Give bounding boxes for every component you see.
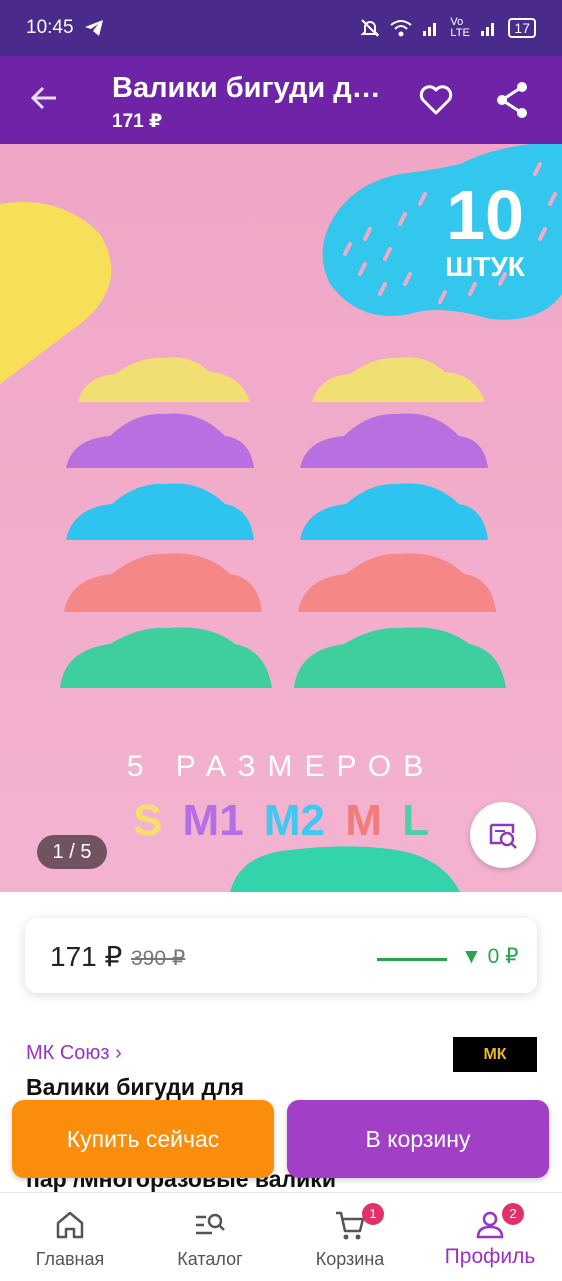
current-price: 171 ₽ bbox=[50, 941, 123, 972]
mute-notifications-icon bbox=[361, 19, 380, 37]
price-card[interactable]: 171 ₽ 390 ₽ ▼ 0 ₽ bbox=[25, 918, 537, 993]
status-time: 10:45 bbox=[26, 17, 74, 38]
telegram-icon bbox=[84, 20, 103, 36]
signal-icon bbox=[423, 23, 437, 36]
price-trend: ▼ 0 ₽ bbox=[461, 945, 519, 968]
product-title: Валики бигуди для пар /Многоразовые вали… bbox=[26, 1072, 446, 1192]
home-icon bbox=[56, 1211, 84, 1239]
nav-profile[interactable]: 2 Профиль bbox=[420, 1193, 560, 1281]
status-bar: 10:45 Vo LTE 17 bbox=[0, 0, 562, 56]
roller-row-m2 bbox=[66, 483, 488, 540]
nav-catalog-label: Каталог bbox=[177, 1249, 243, 1269]
roller-row-s bbox=[78, 357, 485, 402]
badge-number: 10 bbox=[446, 176, 524, 254]
profile-badge: 2 bbox=[502, 1203, 524, 1225]
page-title: Валики бигуди д… bbox=[112, 72, 381, 104]
catalog-search-icon bbox=[196, 1213, 225, 1235]
nav-cart[interactable]: 1 Корзина bbox=[280, 1193, 420, 1281]
roller-row-m bbox=[64, 553, 496, 612]
app-bar: Валики бигуди д… 171 ₽ bbox=[0, 56, 562, 144]
price-history-line bbox=[377, 958, 447, 961]
image-search-button[interactable] bbox=[470, 802, 536, 868]
buy-now-button[interactable]: Купить сейчас bbox=[12, 1100, 274, 1178]
header-price: 171 ₽ bbox=[112, 111, 163, 132]
roller-row-m1 bbox=[66, 413, 488, 468]
cart-badge: 1 bbox=[362, 1203, 384, 1225]
nav-cart-label: Корзина bbox=[315, 1249, 385, 1269]
size-m1: M1 bbox=[182, 796, 244, 845]
image-search-icon bbox=[489, 823, 517, 849]
heart-icon[interactable] bbox=[418, 82, 454, 118]
add-to-cart-button[interactable]: В корзину bbox=[287, 1100, 549, 1178]
size-s: S bbox=[132, 796, 163, 845]
brand-logo[interactable]: МК bbox=[453, 1037, 537, 1072]
nav-profile-label: Профиль bbox=[444, 1245, 536, 1268]
roller-row-l bbox=[60, 627, 506, 688]
size-m: M bbox=[345, 796, 382, 845]
bottom-nav: Главная Каталог 1 Корзина 2 Профиль bbox=[0, 1192, 562, 1280]
signal-2-icon bbox=[481, 23, 495, 36]
back-arrow-icon[interactable] bbox=[28, 82, 60, 114]
network-label: Vo LTE bbox=[450, 16, 470, 39]
badge-unit: ШТУК bbox=[445, 251, 526, 282]
nav-home[interactable]: Главная bbox=[0, 1193, 140, 1281]
sizes-title: 5 РАЗМЕРОВ bbox=[126, 750, 436, 783]
product-image-gallery[interactable]: 10 ШТУК 5 РАЗМЕРОВ S M1 M2 M L 1 / 5 bbox=[0, 144, 562, 892]
nav-home-label: Главная bbox=[35, 1249, 105, 1269]
seller-link[interactable]: МК Союз › bbox=[26, 1042, 122, 1065]
image-counter: 1 / 5 bbox=[37, 835, 107, 869]
product-title-line1: Валики бигуди для bbox=[26, 1074, 245, 1100]
nav-catalog[interactable]: Каталог bbox=[140, 1193, 280, 1281]
wifi-icon bbox=[390, 20, 413, 37]
size-l: L bbox=[402, 796, 430, 845]
share-icon[interactable] bbox=[494, 80, 530, 120]
battery-indicator: 17 bbox=[508, 18, 536, 38]
size-m2: M2 bbox=[263, 796, 326, 845]
old-price: 390 ₽ bbox=[131, 947, 186, 970]
